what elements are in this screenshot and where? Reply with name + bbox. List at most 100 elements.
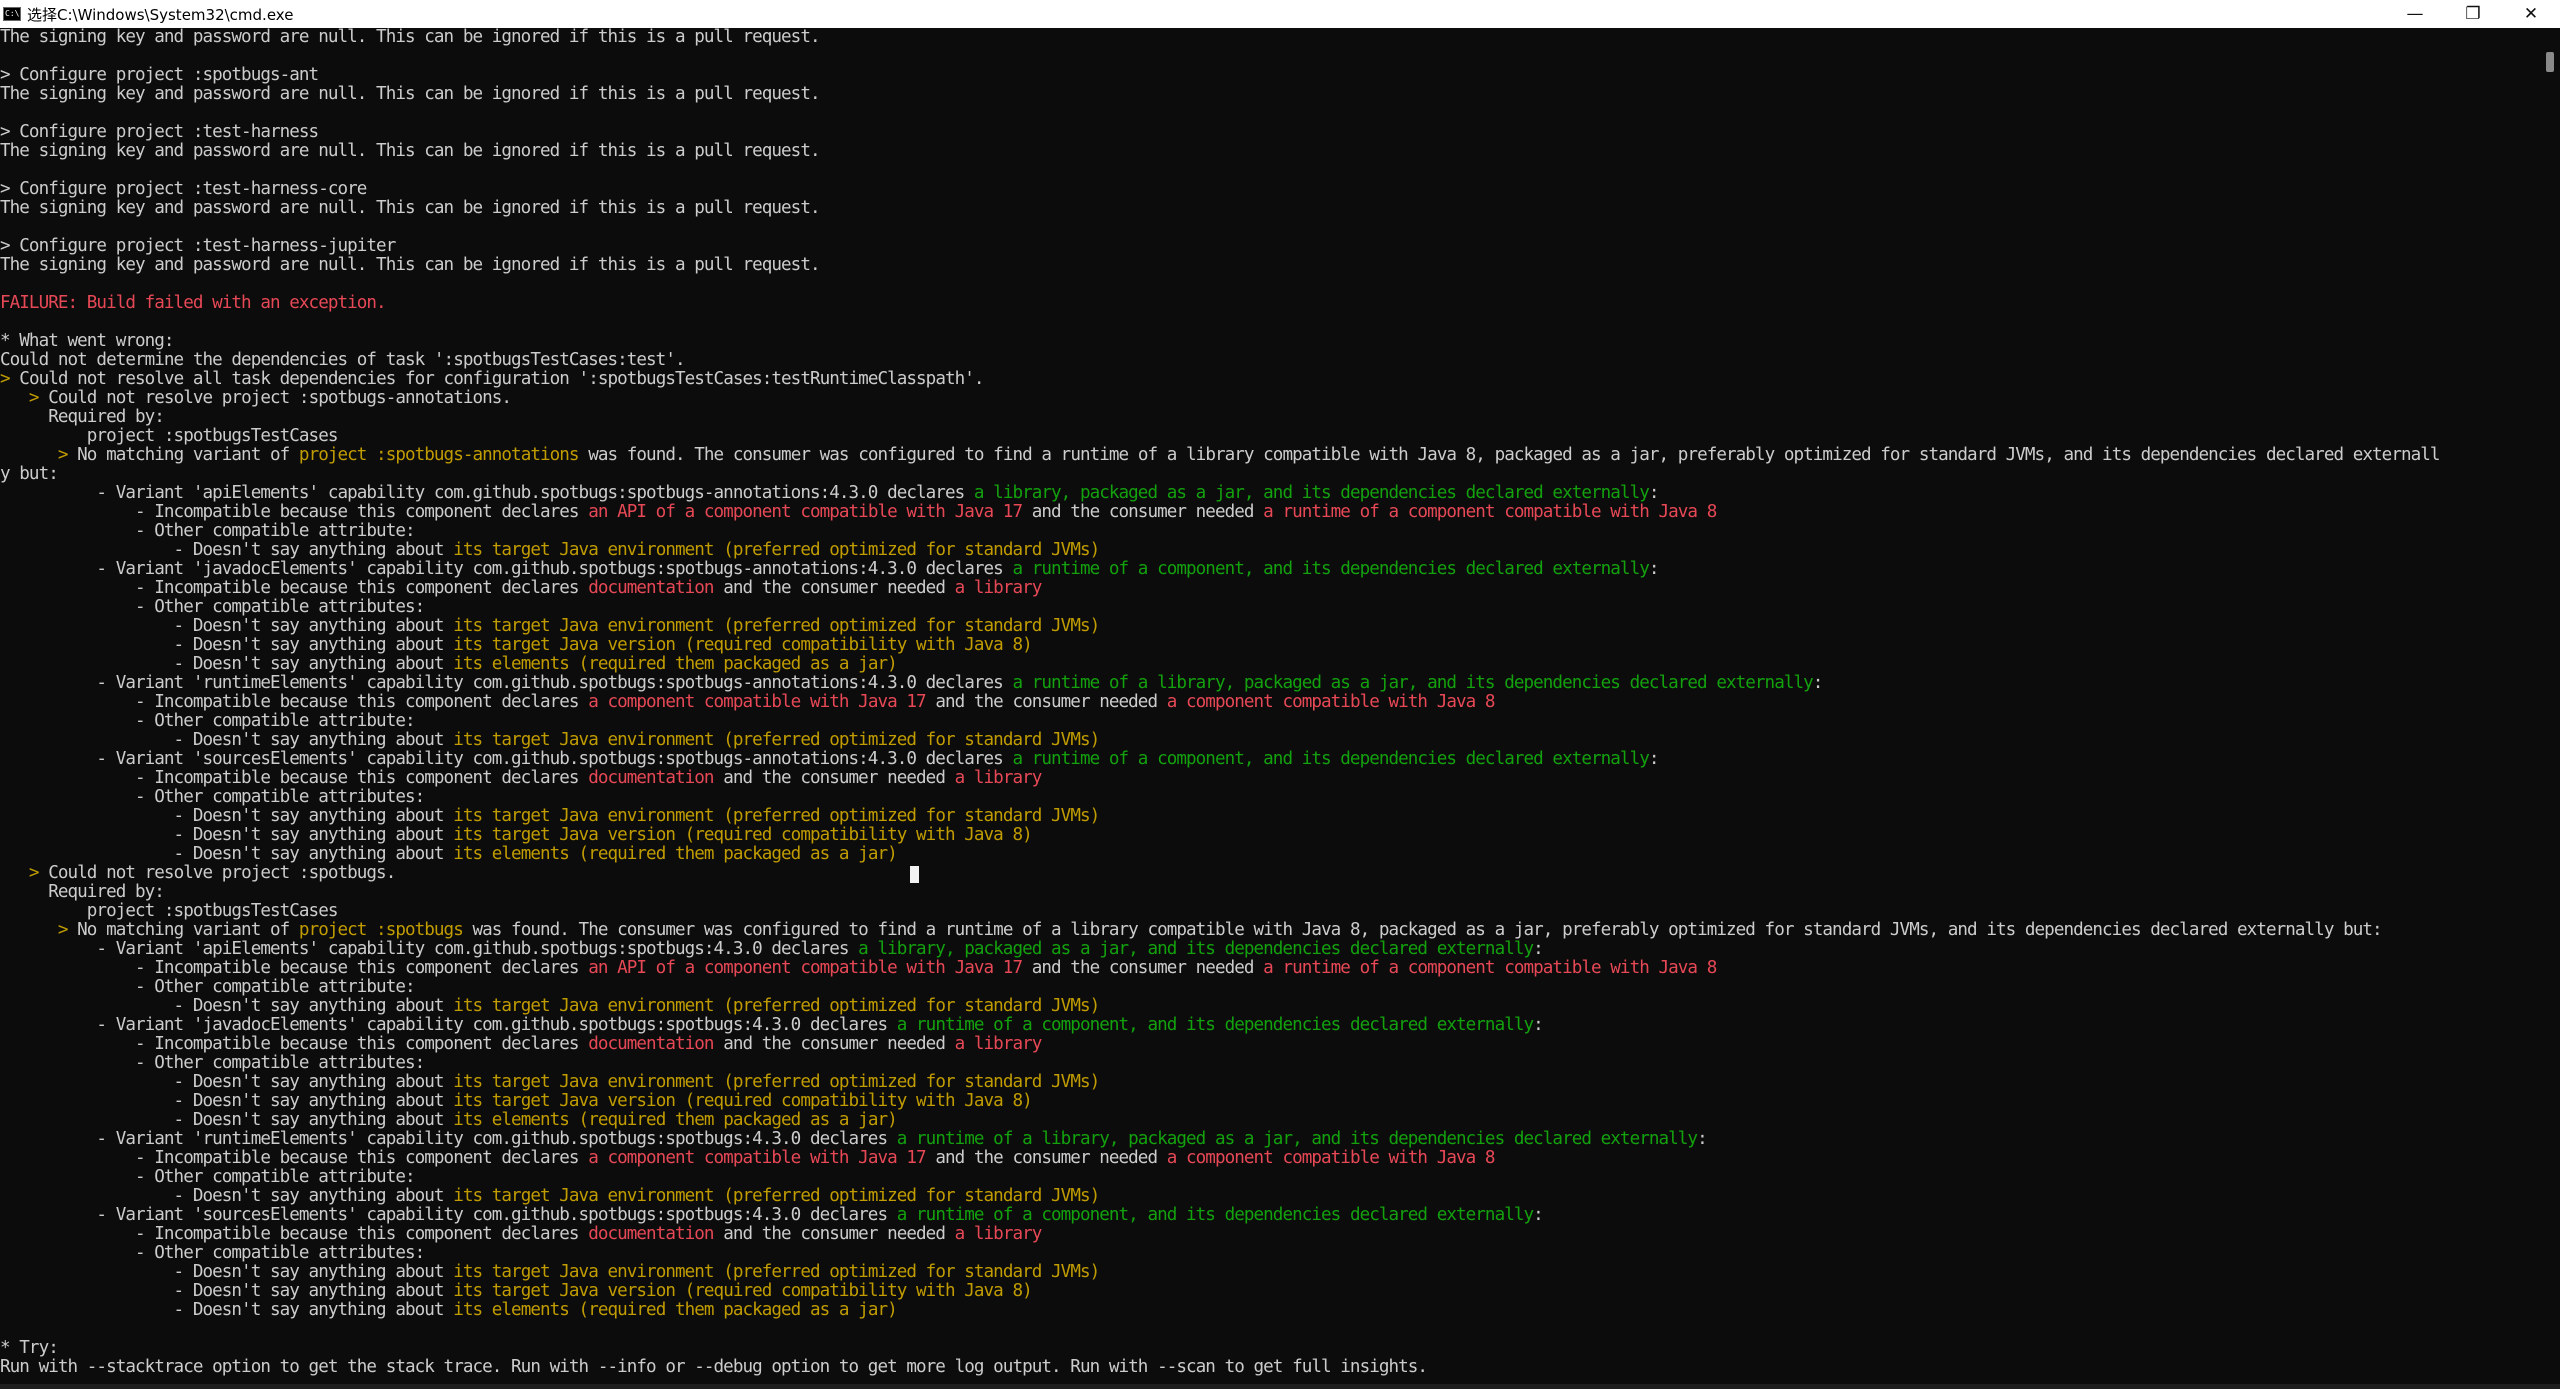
console-line: * What went wrong: xyxy=(0,332,2540,351)
console-text-segment: : xyxy=(1697,1130,1708,1149)
console-text-segment: its elements (required them packaged as … xyxy=(453,1111,898,1130)
console-text-segment: y but: xyxy=(0,465,59,484)
console-text-segment: - Doesn't say anything about xyxy=(0,807,454,826)
console-text-segment: documentation xyxy=(588,579,714,598)
console-text-segment: - Doesn't say anything about xyxy=(0,997,454,1016)
console-text-segment: The signing key and password are null. T… xyxy=(0,199,821,218)
console-text-segment: its target Java environment (preferred o… xyxy=(453,1073,1100,1092)
console-text-segment: > xyxy=(0,864,40,883)
console-line: - Doesn't say anything about its target … xyxy=(0,617,2540,636)
console-text-segment: and the consumer needed xyxy=(713,1035,955,1054)
console-line: The signing key and password are null. T… xyxy=(0,28,2540,47)
console-text-segment: a runtime of a component compatible with… xyxy=(1263,959,1717,978)
console-line: - Incompatible because this component de… xyxy=(0,1035,2540,1054)
console-text-segment: - Incompatible because this component de… xyxy=(0,1149,589,1168)
console-text-segment: - Variant 'javadocElements' capability c… xyxy=(0,560,1013,579)
console-text-segment: documentation xyxy=(588,1035,714,1054)
console-text-segment: a runtime of a component, and its depend… xyxy=(896,1016,1534,1035)
console-text-segment: - Variant 'apiElements' capability com.g… xyxy=(0,484,974,503)
minimize-button[interactable]: — xyxy=(2386,0,2444,28)
console-text-segment: its target Java version (required compat… xyxy=(453,1282,1032,1301)
console-line: Required by: xyxy=(0,883,2540,902)
console-text-segment: The signing key and password are null. T… xyxy=(0,85,821,104)
console-text-segment: Could not resolve project :spotbugs-anno… xyxy=(38,389,512,408)
console-text-segment: The signing key and password are null. T… xyxy=(0,256,821,275)
console-text-segment: - Doesn't say anything about xyxy=(0,655,454,674)
console-text-segment: a runtime of a component, and its depend… xyxy=(896,1206,1534,1225)
console-line: - Doesn't say anything about its target … xyxy=(0,1187,2540,1206)
title-bar[interactable]: C:\ 选择C:\Windows\System32\cmd.exe — ❐ ✕ xyxy=(0,0,2560,28)
restore-icon: ❐ xyxy=(2465,4,2481,24)
scrollbar-thumb[interactable] xyxy=(2546,52,2554,72)
console-text-segment: The signing key and password are null. T… xyxy=(0,28,821,47)
console-text-segment: - Doesn't say anything about xyxy=(0,1301,454,1320)
console-text-segment: - Doesn't say anything about xyxy=(0,1282,454,1301)
console-text-segment: its target Java environment (preferred o… xyxy=(453,617,1100,636)
console-text-segment: - Doesn't say anything about xyxy=(0,731,454,750)
console-line: - Incompatible because this component de… xyxy=(0,579,2540,598)
console-line: - Doesn't say anything about its target … xyxy=(0,1282,2540,1301)
restore-button[interactable]: ❐ xyxy=(2444,0,2502,28)
console-text-segment: was found. The consumer was configured t… xyxy=(462,921,2382,940)
console-text-segment: > Configure project :test-harness-jupite… xyxy=(0,237,396,256)
console-text-segment: - Variant 'apiElements' capability com.g… xyxy=(0,940,859,959)
console-text-segment: and the consumer needed xyxy=(713,1225,955,1244)
console-text-segment: project :spotbugsTestCases xyxy=(0,427,339,446)
console-text-segment: a runtime of a component, and its depend… xyxy=(1012,560,1649,579)
console-line: - Variant 'sourcesElements' capability c… xyxy=(0,750,2540,769)
console-line: - Doesn't say anything about its target … xyxy=(0,1073,2540,1092)
console-text-segment: - Variant 'javadocElements' capability c… xyxy=(0,1016,897,1035)
console-line: - Doesn't say anything about its element… xyxy=(0,845,2540,864)
console-text-segment: : xyxy=(1648,560,1660,579)
console-text-segment: - Doesn't say anything about xyxy=(0,1263,454,1282)
console-text-segment: > xyxy=(0,446,69,465)
console-text-segment: - Other compatible attributes: xyxy=(0,1244,425,1263)
close-button[interactable]: ✕ xyxy=(2502,0,2560,28)
console-line: * Try: xyxy=(0,1339,2540,1358)
console-text-segment: : xyxy=(1533,940,1544,959)
vertical-scrollbar[interactable] xyxy=(2540,28,2560,1384)
console-line: > Could not resolve project :spotbugs. xyxy=(0,864,2540,883)
console-text-segment: - Other compatible attribute: xyxy=(0,522,416,541)
console-line: - Doesn't say anything about its target … xyxy=(0,1092,2540,1111)
console-text-segment: Could not determine the dependencies of … xyxy=(0,351,686,370)
console-text-segment: : xyxy=(1533,1206,1544,1225)
console-text-segment: a library xyxy=(954,1035,1043,1054)
console-text-segment: FAILURE: Build failed with an exception. xyxy=(0,294,387,313)
console-line: Run with --stacktrace option to get the … xyxy=(0,1358,2540,1377)
console-lines: The signing key and password are null. T… xyxy=(0,28,2540,1377)
console-line: - Variant 'runtimeElements' capability c… xyxy=(0,674,2540,693)
console-text-segment: : xyxy=(1812,674,1824,693)
console-line: > Configure project :test-harness xyxy=(0,123,2540,142)
console-text-segment: - Variant 'sourcesElements' capability c… xyxy=(0,750,1013,769)
console-text-segment: : xyxy=(1648,484,1660,503)
console-line: - Doesn't say anything about its target … xyxy=(0,997,2540,1016)
console-text-segment: an API of a component compatible with Ja… xyxy=(588,503,1023,522)
console-text-segment: Could not resolve all task dependencies … xyxy=(9,370,984,389)
console-line: > No matching variant of project :spotbu… xyxy=(0,921,2540,940)
console-line: > Could not resolve all task dependencie… xyxy=(0,370,2540,389)
console-text-segment: : xyxy=(1533,1016,1544,1035)
console-line: - Incompatible because this component de… xyxy=(0,769,2540,788)
console-text-segment: - Incompatible because this component de… xyxy=(0,693,589,712)
console-text-segment: its target Java environment (preferred o… xyxy=(453,731,1100,750)
console-line: - Doesn't say anything about its target … xyxy=(0,826,2540,845)
console-text-segment: > xyxy=(0,389,40,408)
console-text-segment: a component compatible with Java 8 xyxy=(1166,693,1496,712)
console-output[interactable]: The signing key and password are null. T… xyxy=(0,28,2540,1384)
console-text-segment: its target Java environment (preferred o… xyxy=(453,541,1100,560)
console-text-segment: Required by: xyxy=(0,408,165,427)
console-line: - Other compatible attribute: xyxy=(0,712,2540,731)
console-text-segment: project :spotbugsTestCases xyxy=(0,902,339,921)
console-text-segment: and the consumer needed xyxy=(1022,959,1264,978)
console-line: - Variant 'apiElements' capability com.g… xyxy=(0,940,2540,959)
console-line: Could not determine the dependencies of … xyxy=(0,351,2540,370)
console-text-segment: - Variant 'sourcesElements' capability c… xyxy=(0,1206,897,1225)
console-line: FAILURE: Build failed with an exception. xyxy=(0,294,2540,313)
console-text-segment: - Other compatible attribute: xyxy=(0,1168,416,1187)
console-line: - Variant 'sourcesElements' capability c… xyxy=(0,1206,2540,1225)
console-line: - Other compatible attribute: xyxy=(0,1168,2540,1187)
